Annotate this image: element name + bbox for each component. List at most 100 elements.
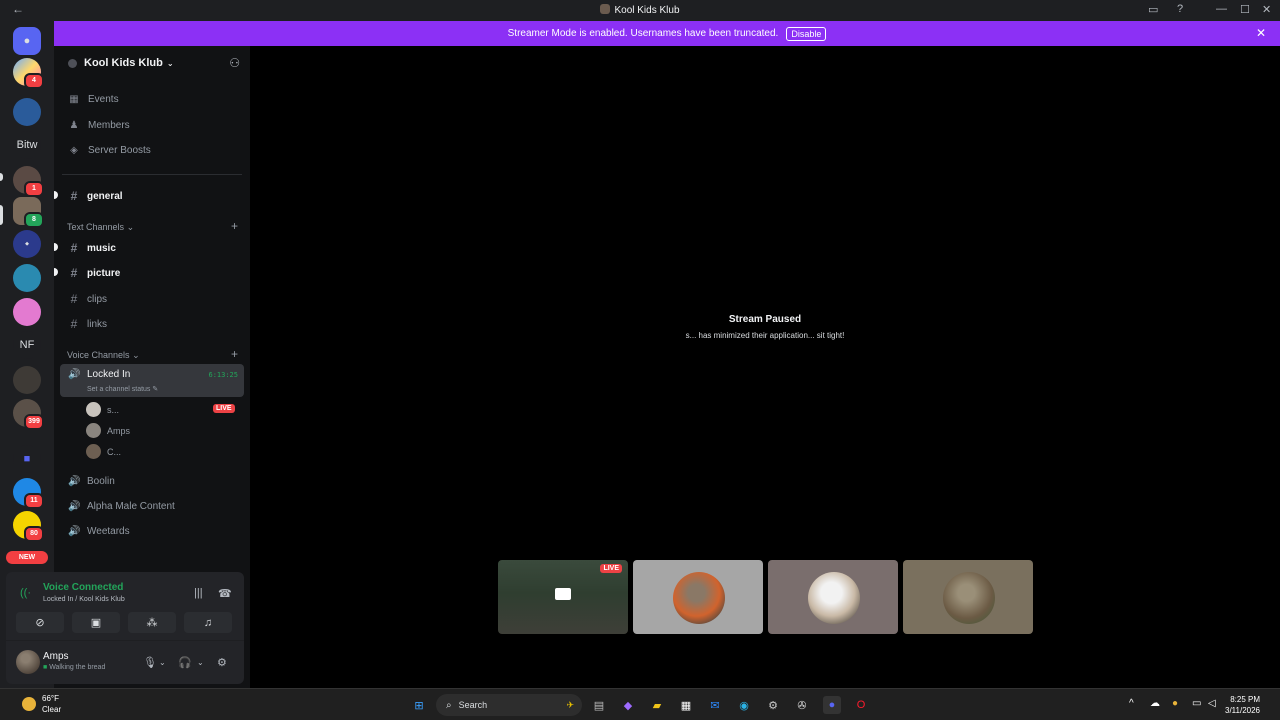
edge-icon[interactable]: ◉ (735, 696, 753, 714)
nav-events[interactable]: ▦ Events (68, 94, 118, 105)
live-badge: LIVE (213, 404, 235, 413)
taskbar-clock[interactable]: 8:25 PM 3/11/2026 (1225, 694, 1260, 716)
add-channel-icon[interactable]: + (231, 347, 238, 361)
mail-icon[interactable]: ✉ (706, 696, 724, 714)
headphones-icon[interactable]: 🎧 (178, 656, 192, 669)
server-icon[interactable]: NF (13, 331, 41, 359)
server-folder-icon[interactable] (13, 366, 41, 394)
server-icon[interactable]: Bitw (13, 131, 41, 159)
participant-tile[interactable] (633, 560, 763, 634)
chevron-down-icon[interactable]: ⌄ (159, 658, 166, 667)
voice-member[interactable]: s... (86, 402, 119, 417)
avatar[interactable] (16, 650, 40, 674)
soundboard-icon: ♫ (203, 616, 213, 629)
store-icon[interactable]: ▦ (677, 696, 695, 714)
voice-channel-boolin[interactable]: 🔊 Boolin (68, 476, 115, 487)
discord-icon[interactable]: ● (823, 696, 841, 714)
participant-tile[interactable] (768, 560, 898, 634)
close-window-button[interactable]: ✕ (1262, 3, 1271, 16)
voice-member[interactable]: Amps (86, 423, 130, 438)
server-icon[interactable]: 11 (13, 478, 44, 509)
cloud-icon[interactable]: ☁ (1150, 698, 1160, 709)
server-badge: 1 (24, 181, 44, 197)
taskbar-search[interactable]: ⌕ Search ✈ (436, 694, 582, 716)
share-screen-button[interactable]: ▣ (72, 612, 120, 633)
voice-member[interactable]: C... (86, 444, 121, 459)
voice-channel-alpha-male-content[interactable]: 🔊 Alpha Male Content (68, 501, 175, 512)
add-channel-icon[interactable]: + (231, 219, 238, 233)
server-icon[interactable]: 1 (13, 166, 44, 197)
category-label: Text Channels (67, 222, 125, 232)
server-icon[interactable] (13, 264, 41, 292)
task-view-icon[interactable]: ▤ (590, 696, 608, 714)
windows-start-icon[interactable]: ⊞ (410, 696, 428, 714)
voice-channel-locked-in[interactable]: 🔊 Locked In Set a channel status ✎ 6:13:… (60, 364, 244, 397)
nav-label: Members (88, 120, 130, 131)
nav-members[interactable]: ♟ Members (68, 120, 130, 131)
inbox-icon[interactable]: ▭ (1148, 3, 1158, 16)
new-unreads-pill[interactable]: NEW (6, 551, 48, 564)
file-explorer-icon[interactable]: ▰ (648, 696, 666, 714)
channel-general[interactable]: # general (54, 189, 244, 203)
stream-tile[interactable]: LIVE (498, 560, 628, 634)
speaker-icon: 🔊 (68, 476, 81, 487)
channel-clips[interactable]: # clips (68, 292, 244, 306)
minimize-button[interactable]: — (1216, 3, 1227, 15)
voice-connected-title[interactable]: Voice Connected (43, 582, 123, 593)
speaker-icon: 🔊 (68, 369, 81, 380)
voice-connected-subtitle[interactable]: Locked In / Kool Kids Klub (43, 596, 125, 603)
volume-icon[interactable]: ◁ (1208, 698, 1216, 709)
server-label: Bitw (16, 139, 38, 151)
weather-widget[interactable]: 66°F Clear (22, 693, 61, 715)
settings-icon[interactable]: ⚙ (764, 696, 782, 714)
voice-channel-label: Alpha Male Content (87, 501, 175, 512)
server-icon[interactable]: 8 (13, 197, 44, 228)
discord-home-icon[interactable]: ● (13, 27, 41, 55)
category-voice-channels[interactable]: Voice Channels ⌄ (67, 350, 140, 361)
server-icon[interactable] (13, 298, 41, 326)
disable-button[interactable]: Disable (786, 26, 827, 41)
gear-icon[interactable]: ⚙ (217, 656, 227, 669)
soundboard-button[interactable]: ♫ (184, 612, 232, 633)
user-name[interactable]: Amps (43, 651, 69, 662)
server-icon[interactable]: 80 (13, 511, 44, 542)
clock-date: 3/11/2026 (1225, 706, 1260, 715)
folder-icon[interactable]: ■ (13, 445, 41, 473)
nav-server-boosts[interactable]: ◈ Server Boosts (68, 145, 151, 156)
maximize-button[interactable]: ☐ (1240, 3, 1250, 16)
chevron-down-icon[interactable]: ⌄ (197, 658, 204, 667)
channel-links[interactable]: # links (68, 317, 244, 331)
server-icon[interactable] (13, 98, 41, 126)
server-icon[interactable]: ◆ (13, 230, 41, 258)
avatar (808, 572, 860, 624)
channel-picture[interactable]: # picture (54, 266, 244, 280)
server-icon[interactable]: 399 (13, 399, 44, 430)
tray-overflow-icon[interactable]: ^ (1129, 698, 1134, 709)
live-badge: LIVE (600, 564, 622, 573)
channel-music[interactable]: # music (54, 241, 244, 255)
activities-button[interactable]: ⁂ (128, 612, 176, 633)
pencil-icon: ✎ (152, 386, 159, 393)
member-name: Amps (107, 425, 131, 436)
microphone-icon[interactable]: ● (1172, 698, 1178, 709)
channel-status[interactable]: Set a channel status ✎ (87, 385, 158, 393)
app-icon[interactable]: ✇ (793, 696, 811, 714)
condition: Clear (42, 705, 62, 714)
server-icon[interactable]: 4 (13, 58, 44, 89)
disconnect-icon[interactable]: ☎ (218, 587, 232, 600)
chevron-down-icon: ⌄ (126, 222, 135, 232)
server-badge: 399 (24, 414, 44, 430)
help-icon[interactable]: ? (1177, 3, 1183, 15)
noise-suppression-icon[interactable]: ||| (194, 587, 203, 599)
opera-icon[interactable]: O (852, 696, 870, 714)
microphone-icon[interactable]: 🎙 (143, 656, 157, 669)
camera-button[interactable]: ⊘ (16, 612, 64, 633)
copilot-icon[interactable]: ◆ (619, 696, 637, 714)
voice-channel-weetards[interactable]: 🔊 Weetards (68, 526, 130, 537)
close-icon[interactable]: ✕ (1256, 26, 1266, 40)
participant-tile[interactable] (903, 560, 1033, 634)
network-icon[interactable]: ▭ (1192, 698, 1201, 709)
category-text-channels[interactable]: Text Channels ⌄ (67, 222, 134, 233)
guild-header[interactable]: Kool Kids Klub ⌄ ⚇ (54, 46, 250, 80)
add-member-icon[interactable]: ⚇ (229, 56, 240, 70)
